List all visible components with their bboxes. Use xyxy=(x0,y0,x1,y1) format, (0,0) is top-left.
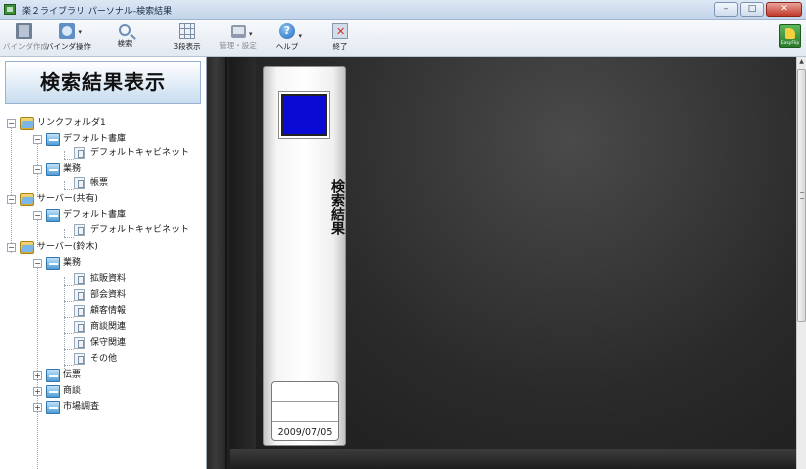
shelf-floor xyxy=(230,449,796,469)
admin-settings-button[interactable]: ▾ 管理・設定 xyxy=(218,22,258,55)
help-button[interactable]: ? ▾ ヘルプ xyxy=(272,22,302,55)
help-icon: ? ▾ xyxy=(279,23,302,40)
collapse-toggle[interactable]: − xyxy=(33,165,42,174)
cabinet-icon xyxy=(74,289,85,301)
cabinet-icon xyxy=(74,177,85,189)
binder-operate-icon: ▾ xyxy=(59,23,82,39)
close-button[interactable]: ✕ xyxy=(766,2,802,17)
shelf-icon xyxy=(46,209,60,222)
collapse-toggle[interactable]: − xyxy=(33,211,42,220)
binder-search-results[interactable]: 検索結果 2009/07/05 xyxy=(263,66,346,446)
tree-node-label: デフォルト書庫 xyxy=(63,210,127,220)
shelf-edge xyxy=(230,57,256,469)
tree-node-label: サーバー(鈴木) xyxy=(37,242,98,252)
easyflip-label: EasyFlip xyxy=(780,41,800,46)
tree-node-label: 拡販資料 xyxy=(90,274,127,284)
admin-icon: ▾ xyxy=(230,25,253,38)
shelf-icon xyxy=(46,385,60,398)
exit-icon xyxy=(332,23,348,39)
binder-date: 2009/07/05 xyxy=(277,427,333,438)
cabinet-icon xyxy=(74,353,85,365)
expand-toggle[interactable]: + xyxy=(33,403,42,412)
tree-node-label: 業務 xyxy=(63,164,82,174)
toolbar: バインダ作成 ▾ バインダ操作 検索 3段表示 ▾ 管理・設定 ?▾ ヘルプ 終… xyxy=(0,20,806,57)
tree-node-label: 商談 xyxy=(63,386,82,396)
pane-header: 検索結果表示 xyxy=(5,61,201,104)
expand-toggle[interactable]: + xyxy=(33,371,42,380)
binder-shelf-area: 検索結果 2009/07/05 xyxy=(230,57,796,469)
cabinet-icon xyxy=(74,337,85,349)
tree-node-label: サーバー(共有) xyxy=(37,194,98,204)
tree-node-label: デフォルトキャビネット xyxy=(90,148,190,158)
shelf-icon xyxy=(46,133,60,146)
tree-node-label: 顧客情報 xyxy=(90,306,127,316)
tree-node-label: デフォルト書庫 xyxy=(63,134,127,144)
tree-node-label: その他 xyxy=(90,354,118,364)
tree-node-label: 部会資料 xyxy=(90,290,127,300)
tree-node-label: 保守関連 xyxy=(90,338,127,348)
collapse-toggle[interactable]: − xyxy=(33,135,42,144)
binder-operate-button[interactable]: ▾ バインダ操作 xyxy=(46,22,91,55)
tree-node-label: リンクフォルダ1 xyxy=(37,118,106,128)
collapse-toggle[interactable]: − xyxy=(7,243,16,252)
expand-toggle[interactable]: + xyxy=(33,387,42,396)
easyflip-button[interactable]: EasyFlip xyxy=(779,24,801,48)
shelf-icon xyxy=(46,369,60,382)
cabinet-icon xyxy=(74,305,85,317)
shelf-icon xyxy=(46,257,60,270)
three-tier-view-label: 3段表示 xyxy=(173,42,201,51)
cabinet-icon xyxy=(74,224,85,236)
window-title: 楽２ライブラリ パーソナル-検索結果 xyxy=(22,7,173,17)
three-tier-view-button[interactable]: 3段表示 xyxy=(170,22,204,55)
folder-icon xyxy=(20,193,34,206)
collapse-toggle[interactable]: − xyxy=(7,119,16,128)
folder-icon xyxy=(20,241,34,254)
admin-settings-label: 管理・設定 xyxy=(219,41,257,50)
tree-node-label: 伝票 xyxy=(63,370,82,380)
shelf-icon xyxy=(46,401,60,414)
binder-spine-label: 2009/07/05 xyxy=(271,381,339,441)
cabinet-icon xyxy=(74,321,85,333)
tree-node-label: 業務 xyxy=(63,258,82,268)
binder-title-wrapper: 検索結果 xyxy=(264,157,345,257)
binder-title: 検索結果 xyxy=(329,179,345,235)
tree-node-label: 市場調査 xyxy=(63,402,100,412)
app-icon xyxy=(4,4,16,15)
binder-new-icon xyxy=(16,23,32,39)
left-pane: 検索結果表示 − リンクフォルダ1 − デフォルト書庫 デフォルトキャビネット … xyxy=(0,57,207,469)
search-label: 検索 xyxy=(117,39,133,48)
exit-label: 終了 xyxy=(332,42,348,51)
binder-create-label: バインダ作成 xyxy=(3,42,48,51)
search-button[interactable]: 検索 xyxy=(111,22,139,55)
tree-node-label: 帳票 xyxy=(90,178,109,188)
binder-create-button[interactable]: バインダ作成 xyxy=(3,22,48,55)
binder-operate-label: バインダ操作 xyxy=(46,42,91,51)
search-icon xyxy=(119,24,131,36)
binder-color-swatch xyxy=(281,94,327,136)
scrollbar-thumb[interactable] xyxy=(797,69,806,322)
folder-icon xyxy=(20,117,34,130)
minimize-button[interactable]: – xyxy=(714,2,738,17)
title-bar: 楽２ライブラリ パーソナル-検索結果 – □ ✕ xyxy=(0,0,806,20)
tree-node-label: デフォルトキャビネット xyxy=(90,225,190,235)
pane-splitter[interactable] xyxy=(207,57,230,469)
collapse-toggle[interactable]: − xyxy=(7,195,16,204)
collapse-toggle[interactable]: − xyxy=(33,259,42,268)
cabinet-icon xyxy=(74,273,85,285)
maximize-button[interactable]: □ xyxy=(740,2,764,17)
shelf-icon xyxy=(46,163,60,176)
grid-icon xyxy=(179,23,195,39)
scroll-up-arrow-icon[interactable]: ▲ xyxy=(797,57,806,67)
tree-node-label: 商談関連 xyxy=(90,322,127,332)
cabinet-icon xyxy=(74,147,85,159)
exit-button[interactable]: 終了 xyxy=(328,22,352,55)
vertical-scrollbar[interactable]: ▲ xyxy=(796,57,806,469)
pane-header-title: 検索結果表示 xyxy=(40,70,166,94)
